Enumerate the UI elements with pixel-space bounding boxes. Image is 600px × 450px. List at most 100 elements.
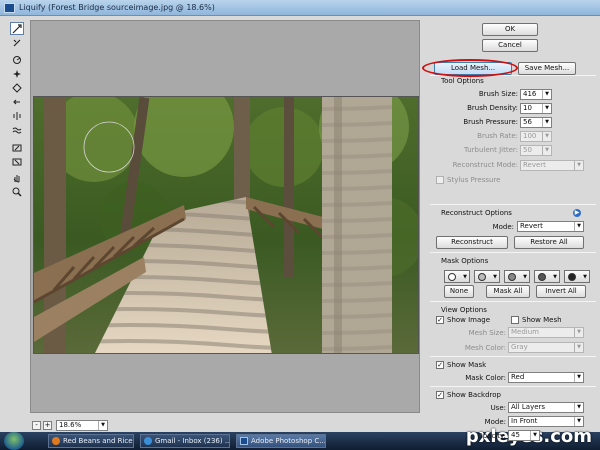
reconstruct-button[interactable]: Reconstruct (436, 236, 508, 249)
backdrop-mode-label: Mode: (484, 418, 506, 426)
taskbar-item-label: Adobe Photoshop C... (251, 437, 326, 445)
brush-pressure-value: 56 (523, 118, 532, 126)
zoom-out-button[interactable]: - (32, 421, 41, 430)
divider (430, 204, 596, 205)
reconstruct-mode-value: Revert (523, 161, 546, 169)
brush-pressure-input[interactable]: 56 ▼ (520, 117, 552, 128)
backdrop-mode-value: In Front (511, 417, 538, 425)
ok-button[interactable]: OK (482, 23, 538, 36)
mask-none-button[interactable]: None (444, 285, 474, 298)
mirror-icon[interactable] (10, 109, 24, 122)
mask-all-button[interactable]: Mask All (486, 285, 530, 298)
chevron-down-icon: ▼ (574, 222, 583, 231)
zoom-icon[interactable] (10, 185, 24, 198)
twirl-icon[interactable] (10, 53, 24, 66)
mask-intersect-selection-icon[interactable]: ▼ (534, 270, 560, 283)
taskbar-item-2[interactable]: Adobe Photoshop C... (236, 434, 326, 448)
push-left-icon[interactable] (10, 95, 24, 108)
taskbar-item-1[interactable]: Gmail - Inbox (236) ... (140, 434, 230, 448)
reconstruct-options-mode-value: Revert (520, 222, 543, 230)
stylus-pressure-checkbox (436, 176, 444, 184)
forest-bridge-preview-image[interactable] (33, 96, 419, 354)
brush-size-value: 416 (523, 90, 537, 98)
invert-all-button[interactable]: Invert All (536, 285, 586, 298)
warp-icon[interactable] (10, 22, 24, 35)
opacity-input[interactable]: 45 ▼ (508, 430, 540, 441)
tool-options-heading: Tool Options (441, 77, 484, 85)
show-image-checkbox[interactable]: ✓ (436, 316, 444, 324)
stylus-pressure-label: Stylus Pressure (447, 176, 501, 184)
liquify-dialog: - + 18.6% ▼ OK Cancel Load Mesh... Save … (0, 16, 600, 434)
backdrop-use-select[interactable]: All Layers ▼ (508, 402, 584, 413)
zoom-level-value: 18.6% (59, 421, 82, 429)
mask-color-value: Red (511, 373, 525, 381)
thaw-mask-icon[interactable] (10, 155, 24, 168)
zoom-statusbar: - + 18.6% ▼ (30, 420, 420, 432)
brush-rate-label: Brush Rate: (477, 132, 518, 140)
mask-color-label: Mask Color: (465, 374, 506, 382)
photoshop-app-icon (4, 3, 15, 13)
chevron-down-icon: ▼ (530, 431, 539, 440)
backdrop-use-value: All Layers (511, 403, 546, 411)
mask-add-to-selection-icon[interactable]: ▼ (474, 270, 500, 283)
bloat-icon[interactable] (10, 81, 24, 94)
chevron-down-icon: ▼ (542, 104, 551, 113)
chevron-down-icon: ▼ (542, 146, 551, 155)
taskbar-item-0[interactable]: Red Beans and Rice ... (48, 434, 134, 448)
reconstruct-options-mode-select[interactable]: Revert ▼ (517, 221, 584, 232)
turbulence-icon[interactable] (10, 123, 24, 136)
chevron-down-icon: ▼ (574, 343, 583, 352)
mask-color-select[interactable]: Red ▼ (508, 372, 584, 383)
brush-density-input[interactable]: 10 ▼ (520, 103, 552, 114)
reconstruct-icon[interactable] (10, 36, 24, 49)
mask-subtract-from-selection-icon[interactable]: ▼ (504, 270, 530, 283)
hand-icon[interactable] (10, 171, 24, 184)
chevron-down-icon: ▼ (574, 403, 583, 412)
save-mesh-button[interactable]: Save Mesh... (518, 62, 576, 75)
zoom-level-select[interactable]: 18.6% ▼ (56, 420, 108, 431)
preview-canvas[interactable] (30, 20, 420, 413)
view-options-heading: View Options (441, 306, 487, 314)
mesh-color-value: Gray (511, 343, 528, 351)
cancel-button[interactable]: Cancel (482, 39, 538, 52)
photoshop-icon (240, 437, 248, 445)
chevron-down-icon: ▼ (574, 373, 583, 382)
start-orb-icon[interactable] (4, 432, 24, 450)
mask-invert-selection-icon[interactable]: ▼ (564, 270, 590, 283)
brush-size-input[interactable]: 416 ▼ (520, 89, 552, 100)
zoom-in-button[interactable]: + (43, 421, 52, 430)
divider (430, 356, 596, 357)
mesh-size-value: Medium (511, 328, 539, 336)
mesh-color-select: Gray ▼ (508, 342, 584, 353)
restore-all-button[interactable]: Restore All (514, 236, 584, 249)
info-icon[interactable]: ▶ (573, 209, 581, 217)
show-backdrop-checkbox[interactable]: ✓ (436, 391, 444, 399)
window-title: Liquify (Forest Bridge sourceimage.jpg @… (19, 3, 215, 12)
browser-icon (144, 437, 152, 445)
pucker-icon[interactable] (10, 67, 24, 80)
brush-pressure-label: Brush Pressure: (463, 118, 518, 126)
mesh-size-select: Medium ▼ (508, 327, 584, 338)
options-panel: OK Cancel Load Mesh... Save Mesh... Tool… (428, 16, 600, 434)
window-titlebar[interactable]: Liquify (Forest Bridge sourceimage.jpg @… (0, 0, 600, 16)
chevron-down-icon: ▼ (542, 118, 551, 127)
mask-options-heading: Mask Options (441, 257, 489, 265)
show-image-label: Show Image (447, 316, 491, 324)
mask-replace-selection-icon[interactable]: ▼ (444, 270, 470, 283)
opacity-value: 45 (511, 431, 520, 439)
chevron-down-icon: ▼ (574, 417, 583, 426)
freeze-mask-icon[interactable] (10, 141, 24, 154)
firefox-icon (52, 437, 60, 445)
divider (430, 252, 596, 253)
reconstruct-mode-select: Revert ▼ (520, 160, 584, 171)
chevron-down-icon: ▼ (542, 90, 551, 99)
brush-rate-value: 100 (523, 132, 537, 140)
divider (430, 386, 596, 387)
show-backdrop-label: Show Backdrop (447, 391, 502, 399)
show-mesh-checkbox[interactable] (511, 316, 519, 324)
divider (430, 301, 596, 302)
turbulent-jitter-value: 50 (523, 146, 532, 154)
reconstruct-mode-label: Reconstruct Mode: (452, 161, 518, 169)
brush-density-label: Brush Density: (467, 104, 518, 112)
show-mask-checkbox[interactable]: ✓ (436, 361, 444, 369)
